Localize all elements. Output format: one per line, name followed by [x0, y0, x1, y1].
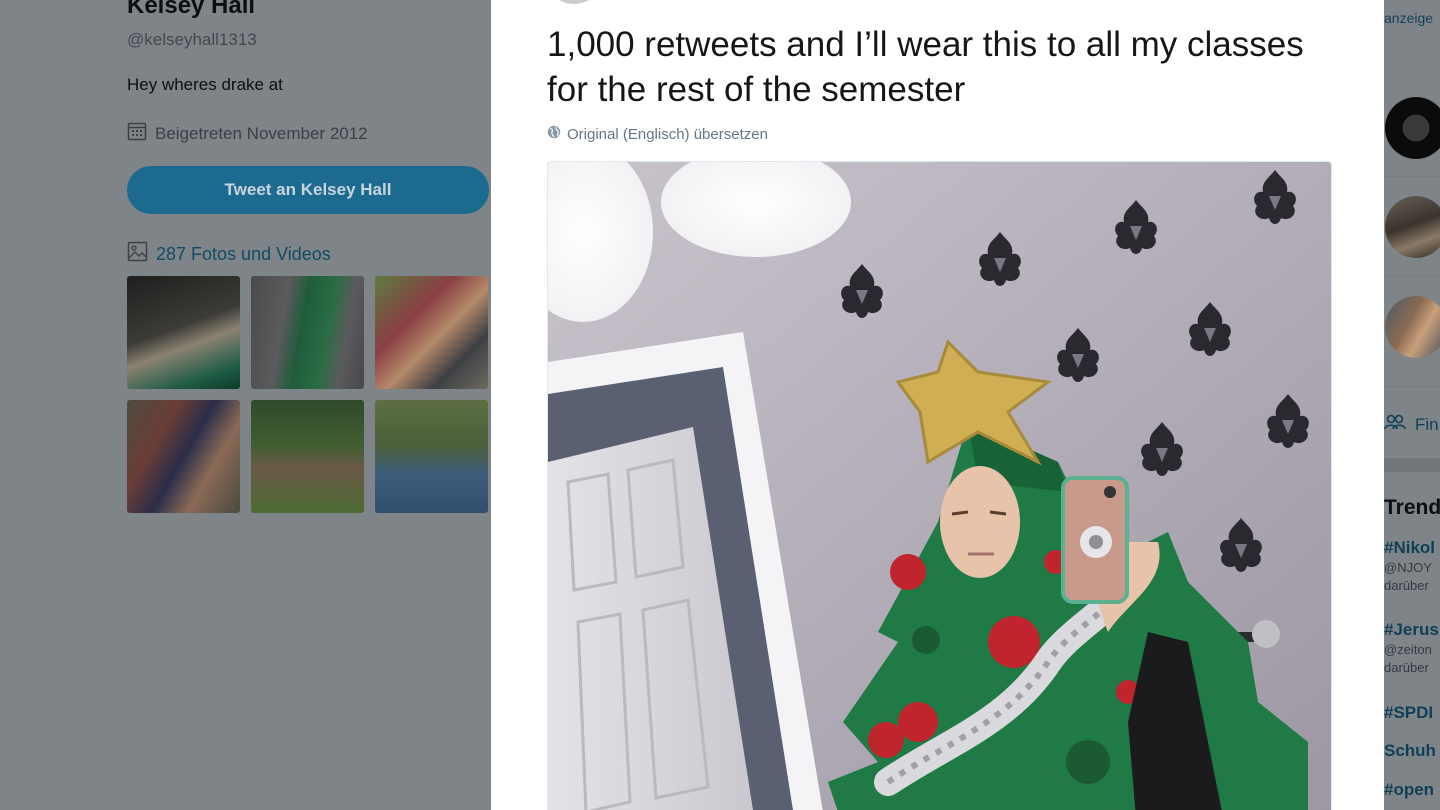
trend-tag: #Jerus	[1384, 620, 1439, 639]
tweet-modal: 1,000 retweets and I’ll wear this to all…	[491, 0, 1384, 810]
divider	[1384, 176, 1440, 177]
trend-item[interactable]: #open	[1384, 779, 1434, 801]
find-people-label: Fin	[1415, 414, 1439, 434]
trend-meta: darüber	[1384, 578, 1429, 593]
find-people-link[interactable]: Fin	[1384, 414, 1439, 435]
profile-bio: Hey wheres drake at	[127, 75, 283, 94]
media-grid	[127, 276, 488, 513]
suggested-user-avatar[interactable]	[1385, 296, 1440, 358]
divider	[1384, 276, 1440, 277]
ads-label[interactable]: anzeige	[1384, 10, 1433, 26]
calendar-icon	[127, 121, 147, 146]
trend-item[interactable]: #Jerus @zeiton darüber	[1384, 619, 1439, 677]
divider	[1384, 386, 1440, 387]
joined-label: Beigetreten November 2012	[155, 123, 368, 143]
trend-meta: darüber	[1384, 660, 1429, 675]
trend-tag: Schuh	[1384, 741, 1436, 760]
trends-title: Trend	[1384, 496, 1440, 519]
trend-meta: @NJOY	[1384, 560, 1432, 575]
globe-icon	[547, 125, 561, 143]
trend-meta: @zeiton	[1384, 642, 1432, 657]
trend-item[interactable]: #Nikol @NJOY darüber	[1384, 537, 1435, 595]
media-thumbnail[interactable]	[127, 276, 240, 389]
trend-item[interactable]: #SPDI	[1384, 702, 1433, 724]
trend-tag: #SPDI	[1384, 703, 1434, 722]
media-thumbnail[interactable]	[375, 276, 488, 389]
joined-date: Beigetreten November 2012	[127, 121, 368, 146]
suggested-user-avatar[interactable]	[1385, 196, 1440, 258]
media-thumbnail[interactable]	[251, 400, 364, 513]
section-divider	[1384, 458, 1440, 472]
tweet-to-user-button[interactable]: Tweet an Kelsey Hall	[127, 166, 489, 214]
suggested-user-avatar[interactable]	[1385, 97, 1440, 159]
translate-tweet-link[interactable]: Original (Englisch) übersetzen	[547, 125, 768, 143]
image-icon	[127, 241, 148, 267]
media-thumbnail[interactable]	[375, 400, 488, 513]
trend-tag: #open	[1384, 780, 1435, 799]
author-avatar[interactable]	[555, 0, 593, 4]
photos-videos-link[interactable]: 287 Fotos und Videos	[127, 241, 331, 267]
photos-videos-label: 287 Fotos und Videos	[156, 243, 331, 264]
people-icon	[1384, 414, 1406, 435]
media-thumbnail[interactable]	[127, 400, 240, 513]
right-sidebar: anzeige Fin Trend #Nikol @NJOY darüber #…	[1384, 0, 1440, 810]
translate-label: Original (Englisch) übersetzen	[567, 125, 768, 143]
media-thumbnail[interactable]	[251, 276, 364, 389]
tweet-photo-image	[548, 162, 1331, 810]
tweet-text: 1,000 retweets and I’ll wear this to all…	[547, 25, 1304, 109]
profile-handle[interactable]: @kelseyhall1313	[127, 30, 257, 50]
profile-name[interactable]: Kelsey Hall	[127, 0, 255, 20]
tweet-photo[interactable]	[547, 161, 1332, 810]
trend-item[interactable]: Schuh	[1384, 740, 1436, 762]
trend-tag: #Nikol	[1384, 538, 1436, 557]
